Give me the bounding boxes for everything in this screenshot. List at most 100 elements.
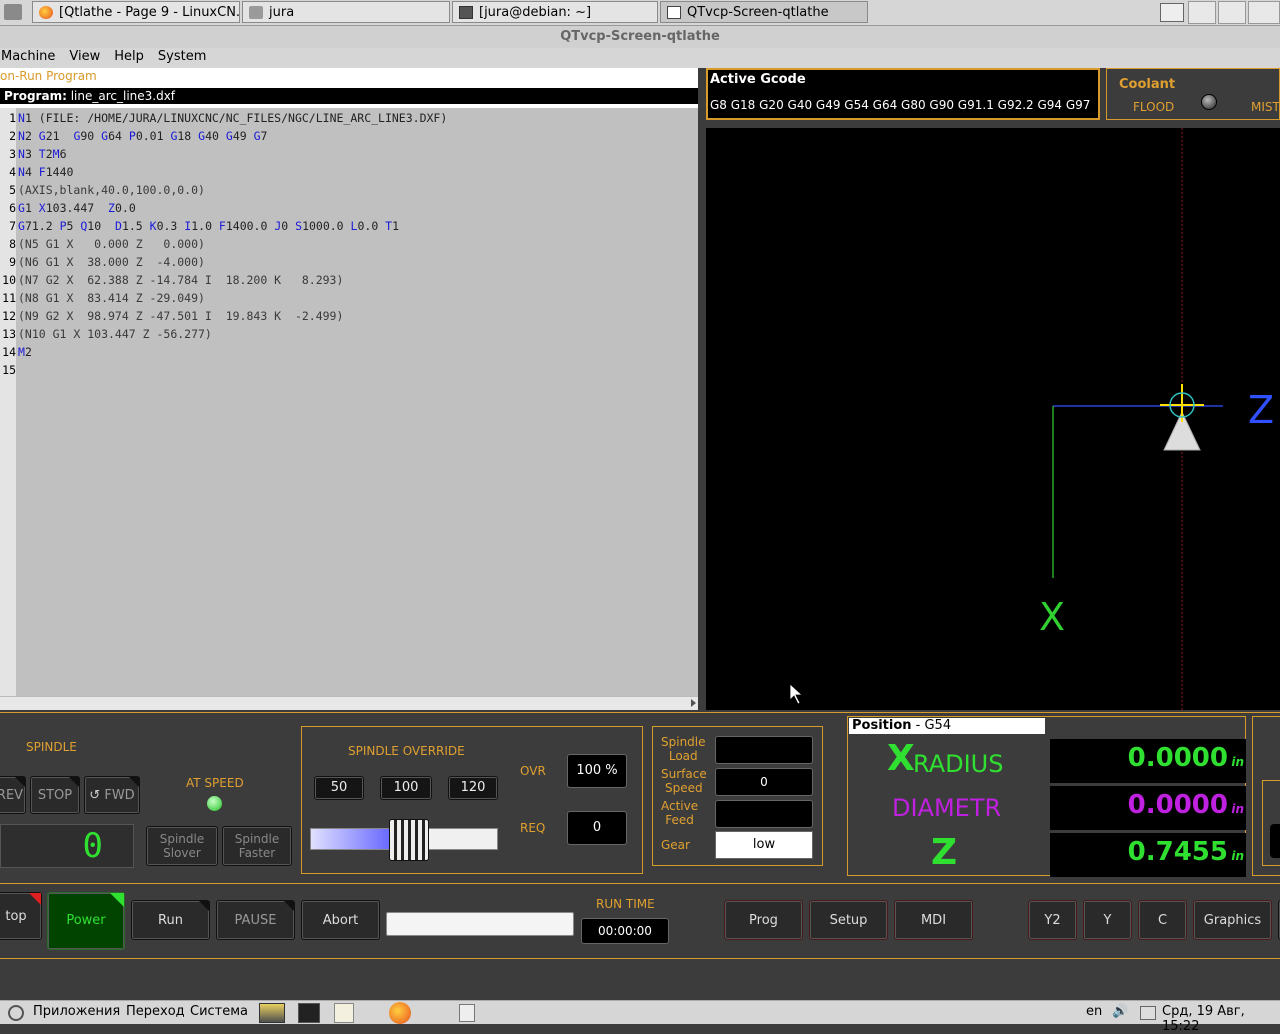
spindle-faster-button[interactable]: Spindle Faster — [222, 826, 292, 866]
applications-menu[interactable]: Приложения — [33, 1004, 120, 1019]
override-100-button[interactable]: 100 — [380, 776, 432, 800]
spindle-rev-label: REV — [0, 788, 24, 803]
x-position-unit: in — [1231, 755, 1244, 769]
debian-logo-icon[interactable] — [8, 1005, 24, 1021]
code-line: N2 G21 G90 G64 P0.01 G18 G40 G49 G7 — [18, 129, 268, 143]
menu-view[interactable]: View — [62, 48, 107, 66]
y2-button[interactable]: Y2 — [1028, 900, 1077, 940]
z-axis-label: Z — [1248, 388, 1274, 432]
run-button[interactable]: Run — [131, 900, 210, 940]
override-slider-fill — [311, 829, 389, 849]
toolpath-graphics[interactable]: Z X — [706, 128, 1280, 710]
line-number: 8 — [9, 237, 16, 251]
trash-icon[interactable] — [459, 1004, 475, 1022]
x-radius-label: RADIUS — [913, 750, 1004, 778]
editor-horizontal-scrollbar[interactable] — [0, 696, 698, 710]
spindle-rev-button[interactable]: REV — [0, 776, 26, 814]
keyboard-layout[interactable]: en — [1086, 1004, 1102, 1019]
y-button[interactable]: Y — [1083, 900, 1132, 940]
estop-button[interactable]: top — [0, 892, 42, 940]
terminal-launcher-icon[interactable] — [298, 1003, 320, 1023]
override-50-button[interactable]: 50 — [314, 776, 364, 800]
firefox-launcher-icon[interactable] — [389, 1002, 411, 1024]
c-button[interactable]: C — [1138, 900, 1187, 940]
line-number: 13 — [2, 327, 16, 341]
system-menu[interactable]: Система — [190, 1004, 248, 1019]
graphics-tab-button[interactable]: Graphics — [1193, 900, 1272, 940]
coolant-title: Coolant — [1119, 77, 1176, 92]
workspace-1[interactable] — [1188, 1, 1216, 24]
coolant-mist-label: MIST — [1251, 100, 1280, 114]
taskbar-tab-label: QTvcp-Screen-qtlathe — [687, 5, 829, 20]
gcode-editor[interactable]: 1 2 3 4 5 6 7 8 9 10 11 12 13 14 15 N1 (FILE: /HOME/JU… — [0, 108, 698, 696]
override-slider[interactable] — [310, 819, 498, 861]
surface-speed-label-2: Speed — [665, 781, 703, 795]
line-number: 12 — [2, 309, 16, 323]
spindle-fwd-label: FWD — [104, 788, 135, 803]
taskbar-tab-label: jura — [269, 5, 295, 20]
flood-led-icon[interactable] — [1201, 94, 1217, 110]
taskbar-tab-qtvcp[interactable]: QTvcp-Screen-qtlathe — [660, 1, 868, 23]
active-feed-value — [715, 800, 813, 828]
spindle-override-title: SPINDLE OVERRIDE — [348, 744, 465, 758]
show-desktop-icon[interactable] — [1160, 3, 1184, 22]
active-gcode-panel: Active Gcode G8 G18 G20 G40 G49 G54 G64 … — [706, 68, 1100, 120]
surface-speed-label-1: Surface — [661, 767, 707, 781]
spindle-stop-button[interactable]: STOP — [30, 776, 80, 814]
gear-value[interactable]: low — [715, 831, 813, 859]
override-slider-handle[interactable] — [389, 819, 429, 861]
power-button[interactable]: Power — [47, 892, 125, 950]
line-number: 2 — [9, 129, 16, 143]
menu-help[interactable]: Help — [107, 48, 151, 66]
app-menu-icon[interactable] — [4, 4, 22, 20]
pause-button[interactable]: PAUSE — [216, 900, 295, 940]
taskbar-tab-label: [jura@debian: ~] — [479, 5, 592, 20]
splitter[interactable] — [698, 68, 706, 712]
linuxcnc-launcher-icon[interactable] — [259, 1003, 285, 1023]
x-axis-letter[interactable]: X — [887, 738, 915, 780]
z-position-unit: in — [1231, 849, 1244, 863]
volume-icon[interactable]: 🔊 — [1112, 1004, 1128, 1019]
run-time-label: RUN TIME — [596, 897, 655, 911]
network-icon[interactable] — [1140, 1006, 1156, 1020]
clock[interactable]: Срд, 19 Авг, 15:22 — [1162, 1004, 1280, 1034]
editor-mode-label: on-Run Program — [0, 69, 97, 83]
position-title: Position — [852, 718, 912, 733]
ovr-label: OVR — [520, 764, 546, 778]
spindle-load-label-1: Spindle — [661, 735, 706, 749]
z-axis-letter[interactable]: Z — [931, 832, 957, 874]
menu-machine[interactable]: Machine — [0, 48, 62, 66]
setup-tab-button[interactable]: Setup — [809, 900, 888, 940]
window-title: QTvcp-Screen-qtlathe — [0, 26, 1280, 48]
line-number: 10 — [2, 273, 16, 287]
spindle-fwd-button[interactable]: ↺ FWD — [84, 776, 140, 814]
editor-header: on-Run Program — [0, 68, 698, 88]
run-time-value: 00:00:00 — [581, 918, 669, 944]
active-feed-label-2: Feed — [665, 813, 694, 827]
run-label: Run — [158, 913, 183, 928]
diameter-label: DIAMETR — [892, 794, 1002, 822]
ovr-value: 100 % — [567, 754, 627, 788]
taskbar-tab-terminal[interactable]: [jura@debian: ~] — [452, 1, 658, 23]
override-120-button[interactable]: 120 — [448, 776, 498, 800]
x-axis-label: X — [1039, 595, 1065, 639]
scroll-right-arrow[interactable] — [691, 699, 696, 707]
position-offset: - G54 — [915, 718, 952, 733]
places-menu[interactable]: Переход — [126, 1004, 185, 1019]
workspace-2[interactable] — [1218, 1, 1246, 24]
code-line: G71.2 P5 Q10 D1.5 K0.3 I1.0 F1400.0 J0 S… — [18, 219, 400, 233]
taskbar-tab-folder[interactable]: jura — [242, 1, 450, 23]
code-line: N1 (FILE: /HOME/JURA/LINUXCNC/NC_FILES/N… — [18, 111, 448, 125]
taskbar-tab-firefox[interactable]: [Qtlathe - Page 9 - LinuxCN... — [32, 1, 240, 23]
abort-button[interactable]: Abort — [301, 900, 380, 940]
gear-label: Gear — [661, 838, 690, 852]
workspace-3[interactable] — [1248, 1, 1280, 24]
mdi-tab-button[interactable]: MDI — [894, 900, 973, 940]
text-editor-launcher-icon[interactable] — [334, 1003, 354, 1023]
line-number: 1 — [9, 111, 16, 125]
menu-system[interactable]: System — [151, 48, 213, 66]
spindle-slower-button[interactable]: Spindle Slover — [146, 826, 218, 866]
active-feed-label: Active Feed — [661, 799, 698, 827]
tool-icon — [1160, 384, 1204, 451]
prog-tab-button[interactable]: Prog — [724, 900, 803, 940]
